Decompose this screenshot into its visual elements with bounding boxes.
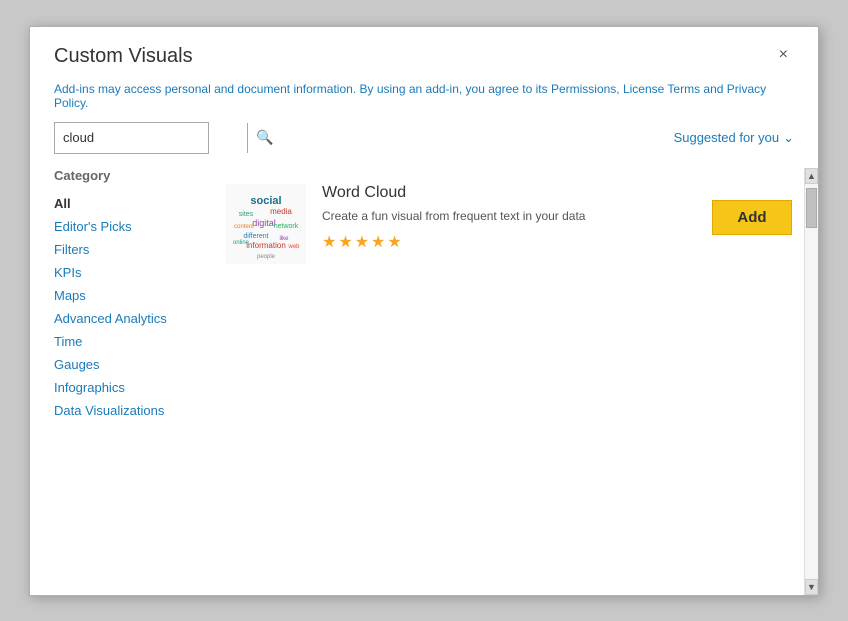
scroll-up-arrow[interactable]: ▲ (805, 168, 818, 184)
category-sidebar: Category All Editor's Picks Filters KPIs… (54, 168, 214, 595)
scroll-track (805, 184, 818, 579)
word-cloud-thumbnail: social sites media digital content netwo… (226, 184, 306, 264)
sidebar-item-editors-picks[interactable]: Editor's Picks (54, 216, 198, 237)
visual-name: Word Cloud (322, 184, 696, 202)
svg-text:sites: sites (239, 211, 254, 218)
info-text: Add-ins may access personal and document… (54, 82, 766, 110)
svg-text:web: web (287, 244, 300, 250)
search-icon: 🔍 (256, 129, 273, 146)
dialog-header: Custom Visuals × (30, 27, 818, 76)
add-button[interactable]: Add (712, 200, 792, 235)
visual-rating: ★★★★★ (322, 232, 696, 252)
chevron-down-icon: ⌄ (783, 130, 794, 146)
custom-visuals-dialog: Custom Visuals × Add-ins may access pers… (29, 26, 819, 596)
sidebar-item-gauges[interactable]: Gauges (54, 354, 198, 375)
sidebar-item-filters[interactable]: Filters (54, 239, 198, 260)
svg-text:social: social (250, 195, 281, 207)
suggested-for-you-button[interactable]: Suggested for you ⌄ (674, 130, 794, 146)
sidebar-item-infographics[interactable]: Infographics (54, 377, 198, 398)
category-list: All Editor's Picks Filters KPIs Maps Adv… (54, 193, 198, 421)
svg-text:people: people (257, 254, 276, 260)
visual-description: Create a fun visual from frequent text i… (322, 208, 696, 225)
info-bar: Add-ins may access personal and document… (30, 76, 818, 122)
visual-info: Word Cloud Create a fun visual from freq… (322, 184, 696, 253)
dialog-title: Custom Visuals (54, 45, 193, 68)
sidebar-item-all[interactable]: All (54, 193, 198, 214)
sidebar-item-data-visualizations[interactable]: Data Visualizations (54, 400, 198, 421)
scroll-thumb[interactable] (806, 188, 817, 228)
svg-text:digital: digital (252, 218, 276, 228)
word-cloud-image: social sites media digital content netwo… (226, 184, 306, 264)
svg-text:network: network (274, 223, 299, 230)
svg-text:online: online (233, 240, 250, 246)
search-box: 🔍 (54, 122, 209, 154)
search-row: 🔍 Suggested for you ⌄ (30, 122, 818, 168)
sidebar-item-maps[interactable]: Maps (54, 285, 198, 306)
sidebar-item-kpis[interactable]: KPIs (54, 262, 198, 283)
svg-text:content: content (234, 224, 254, 230)
search-input[interactable] (55, 130, 247, 145)
visual-card-word-cloud: social sites media digital content netwo… (214, 168, 804, 280)
svg-text:different: different (243, 233, 268, 240)
sidebar-item-advanced-analytics[interactable]: Advanced Analytics (54, 308, 198, 329)
close-button[interactable]: × (773, 45, 794, 65)
search-button[interactable]: 🔍 (247, 123, 281, 153)
scrollbar: ▲ ▼ (804, 168, 818, 595)
suggested-label: Suggested for you (674, 130, 780, 145)
sidebar-item-time[interactable]: Time (54, 331, 198, 352)
svg-text:media: media (270, 207, 292, 216)
category-heading: Category (54, 168, 198, 183)
svg-text:information: information (246, 241, 286, 250)
scroll-down-arrow[interactable]: ▼ (805, 579, 818, 595)
visuals-list: social sites media digital content netwo… (214, 168, 804, 595)
